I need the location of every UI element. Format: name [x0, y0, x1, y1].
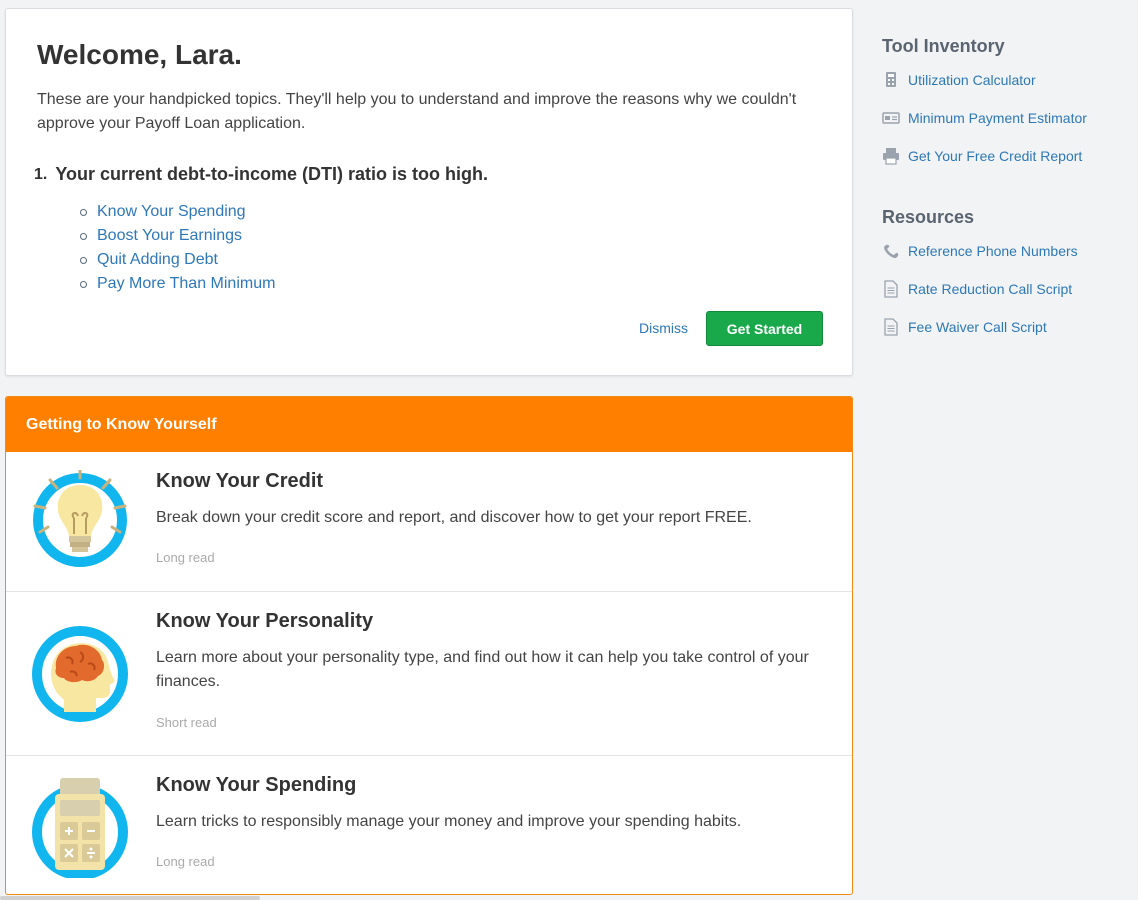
read-length-label: Short read — [156, 715, 217, 730]
sidebar-item-fee-waiver-call-script[interactable]: Fee Waiver Call Script — [882, 318, 1132, 356]
reason-text: Your current debt-to-income (DTI) ratio … — [55, 164, 488, 184]
topic-title[interactable]: Know Your Spending — [156, 774, 356, 797]
topic-title[interactable]: Know Your Credit — [156, 470, 323, 493]
sidebar-link[interactable]: Rate Reduction Call Script — [908, 280, 1072, 298]
reason-heading: 1. Your current debt-to-income (DTI) rat… — [34, 164, 488, 185]
sidebar-link[interactable]: Minimum Payment Estimator — [908, 109, 1087, 127]
lightbulb-icon — [33, 470, 127, 567]
topic-description: Learn tricks to responsibly manage your … — [156, 813, 742, 830]
tool-inventory-heading: Tool Inventory — [882, 36, 1005, 56]
bullet-icon — [80, 256, 87, 264]
bullet-icon — [80, 208, 87, 216]
topic-section-card: Getting to Know Yourself Know Your Credi… — [5, 396, 853, 895]
sidebar-item-minimum-payment-estimator[interactable]: Minimum Payment Estimator — [882, 109, 1132, 147]
sidebar-link[interactable]: Reference Phone Numbers — [908, 242, 1078, 260]
tool-list: Utilization Calculator Minimum Payment E… — [882, 71, 1132, 185]
printer-icon — [883, 148, 899, 165]
list-item: Pay More Than Minimum — [80, 272, 275, 296]
horizontal-scrollbar[interactable] — [0, 896, 260, 900]
read-length-label: Long read — [156, 854, 215, 869]
section-header: Getting to Know Yourself — [6, 397, 852, 452]
sidebar-item-rate-reduction-call-script[interactable]: Rate Reduction Call Script — [882, 280, 1132, 318]
resource-list: Reference Phone Numbers Rate Reduction C… — [882, 242, 1132, 356]
welcome-intro: These are your handpicked topics. They'l… — [37, 91, 797, 132]
read-length-label: Long read — [156, 550, 215, 565]
topic-link-list: Know Your Spending Boost Your Earnings Q… — [80, 200, 275, 296]
calculator-icon — [886, 72, 896, 87]
topic-link-pay-more-than-minimum[interactable]: Pay More Than Minimum — [97, 272, 275, 296]
list-item: Quit Adding Debt — [80, 248, 275, 272]
resources-heading: Resources — [882, 207, 975, 227]
sidebar-item-reference-phone-numbers[interactable]: Reference Phone Numbers — [882, 242, 1132, 280]
sidebar-link[interactable]: Get Your Free Credit Report — [908, 147, 1082, 165]
dismiss-link[interactable]: Dismiss — [639, 320, 688, 336]
payment-card-icon — [882, 112, 900, 124]
document-icon — [884, 318, 898, 336]
topic-title[interactable]: Know Your Personality — [156, 610, 373, 633]
calculator-icon — [32, 778, 128, 878]
sidebar: Tool Inventory Utilization Calculator Mi… — [882, 36, 1132, 378]
sidebar-link[interactable]: Fee Waiver Call Script — [908, 318, 1047, 336]
topic-link-know-your-spending[interactable]: Know Your Spending — [97, 200, 246, 224]
brain-head-icon — [32, 626, 128, 722]
bullet-icon — [80, 232, 87, 240]
welcome-title: Welcome, Lara. — [37, 39, 242, 70]
list-item: Boost Your Earnings — [80, 224, 275, 248]
topic-row-know-your-credit[interactable]: Know Your Credit Break down your credit … — [6, 452, 852, 592]
document-icon — [884, 280, 898, 298]
topic-link-boost-your-earnings[interactable]: Boost Your Earnings — [97, 224, 242, 248]
list-item: Know Your Spending — [80, 200, 275, 224]
welcome-card: Welcome, Lara. These are your handpicked… — [5, 8, 853, 376]
topic-row-know-your-spending[interactable]: Know Your Spending Learn tricks to respo… — [6, 756, 852, 894]
sidebar-item-utilization-calculator[interactable]: Utilization Calculator — [882, 71, 1132, 109]
sidebar-item-free-credit-report[interactable]: Get Your Free Credit Report — [882, 147, 1132, 185]
topic-link-quit-adding-debt[interactable]: Quit Adding Debt — [97, 248, 218, 272]
reason-number: 1. — [34, 166, 48, 183]
topic-description: Learn more about your personality type, … — [156, 649, 809, 690]
phone-icon — [884, 244, 899, 259]
topic-row-know-your-personality[interactable]: Know Your Personality Learn more about y… — [6, 592, 852, 756]
sidebar-link[interactable]: Utilization Calculator — [908, 71, 1036, 89]
get-started-button[interactable]: Get Started — [706, 311, 823, 346]
topic-description: Break down your credit score and report,… — [156, 509, 752, 526]
bullet-icon — [80, 280, 87, 288]
